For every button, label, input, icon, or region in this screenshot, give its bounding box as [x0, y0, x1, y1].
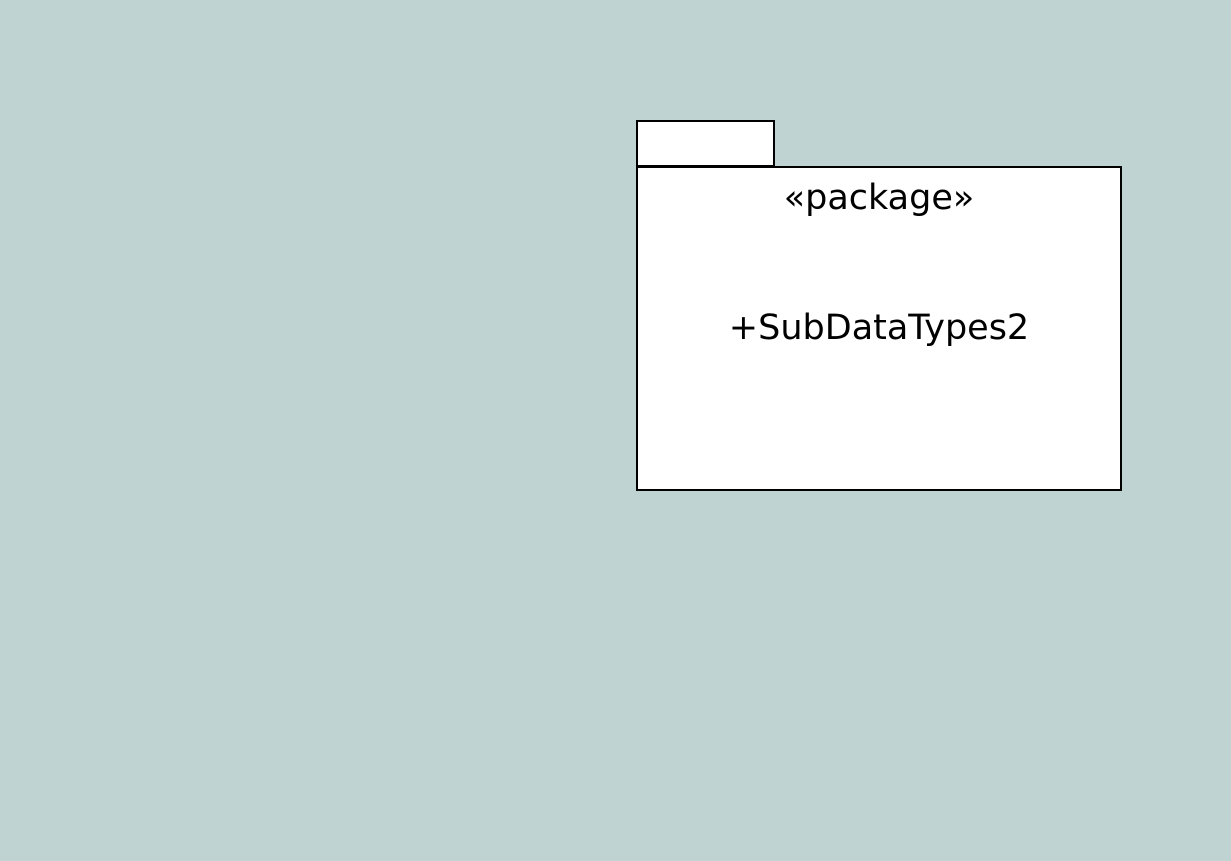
package-tab[interactable] — [636, 120, 775, 167]
diagram-canvas: «package» +SubDataTypes2 — [0, 0, 1231, 861]
package-name-label: +SubDataTypes2 — [728, 308, 1030, 348]
package-body[interactable]: «package» +SubDataTypes2 — [636, 166, 1122, 491]
package-stereotype-label: «package» — [783, 178, 975, 218]
